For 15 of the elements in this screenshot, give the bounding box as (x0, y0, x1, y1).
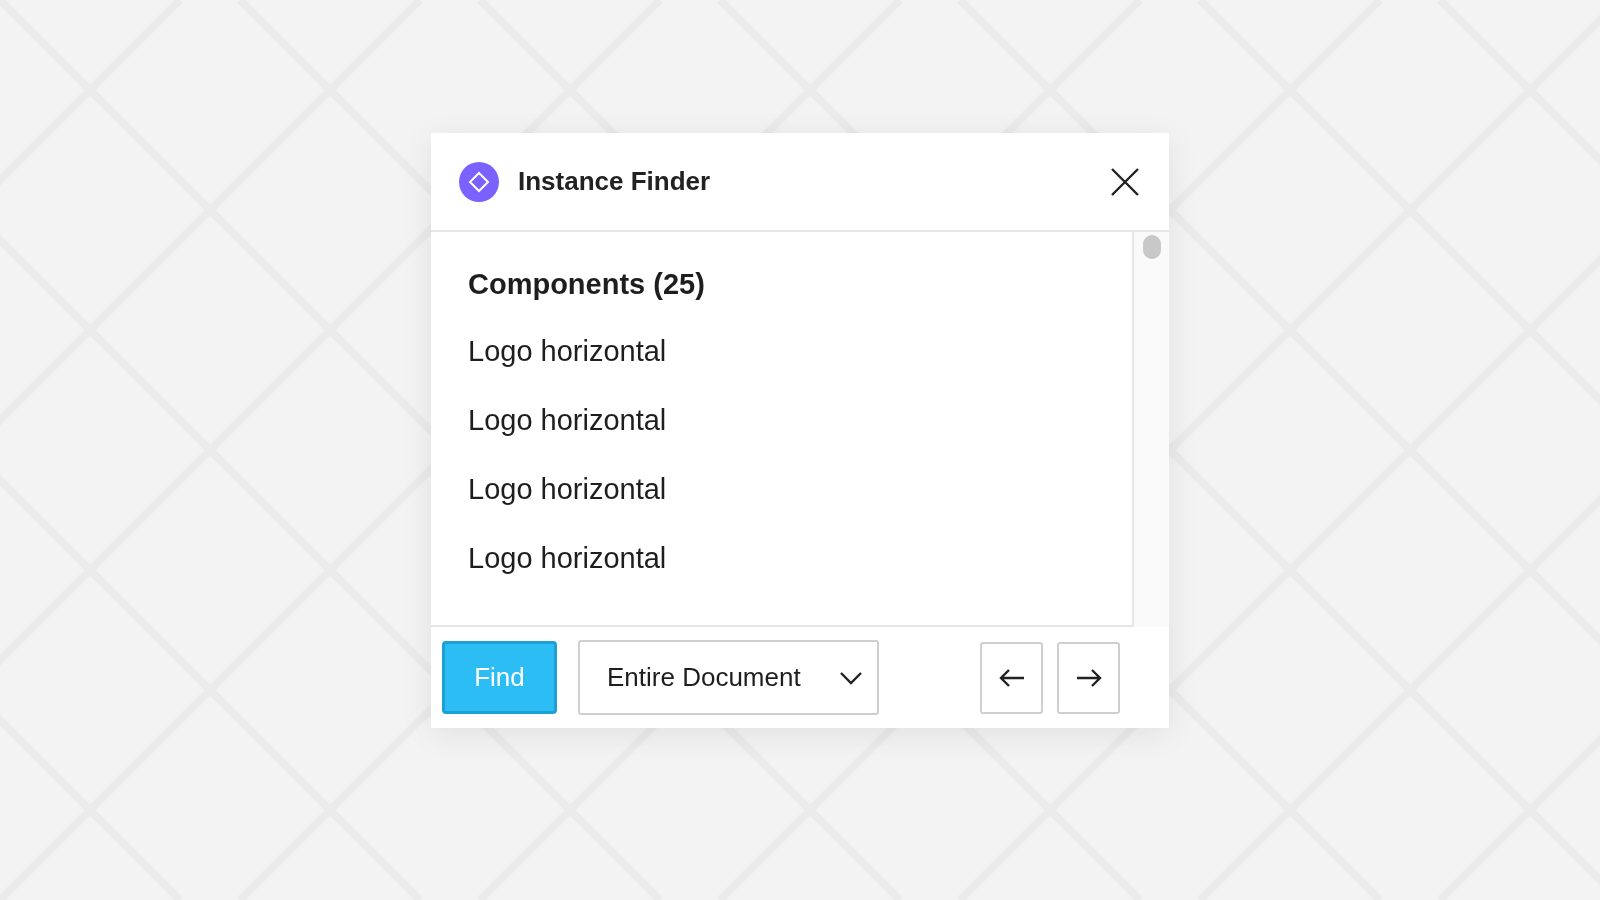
list-item[interactable]: Logo horizontal (468, 471, 667, 507)
arrow-right-icon (1074, 667, 1103, 688)
scope-dropdown[interactable]: Entire Document (578, 640, 879, 715)
previous-button[interactable] (980, 641, 1043, 714)
close-button[interactable] (1109, 165, 1141, 198)
section-heading: Components (25) (468, 267, 706, 302)
next-button[interactable] (1057, 641, 1120, 714)
chevron-down-icon (839, 670, 863, 685)
arrow-left-icon (997, 667, 1026, 688)
list-item[interactable]: Logo horizontal (468, 402, 667, 438)
close-icon (1109, 165, 1141, 198)
scrollbar-thumb[interactable] (1142, 235, 1161, 259)
window-title: Instance Finder (518, 166, 712, 197)
list-item[interactable]: Logo horizontal (468, 540, 667, 576)
list-item[interactable]: Logo horizontal (468, 333, 667, 369)
